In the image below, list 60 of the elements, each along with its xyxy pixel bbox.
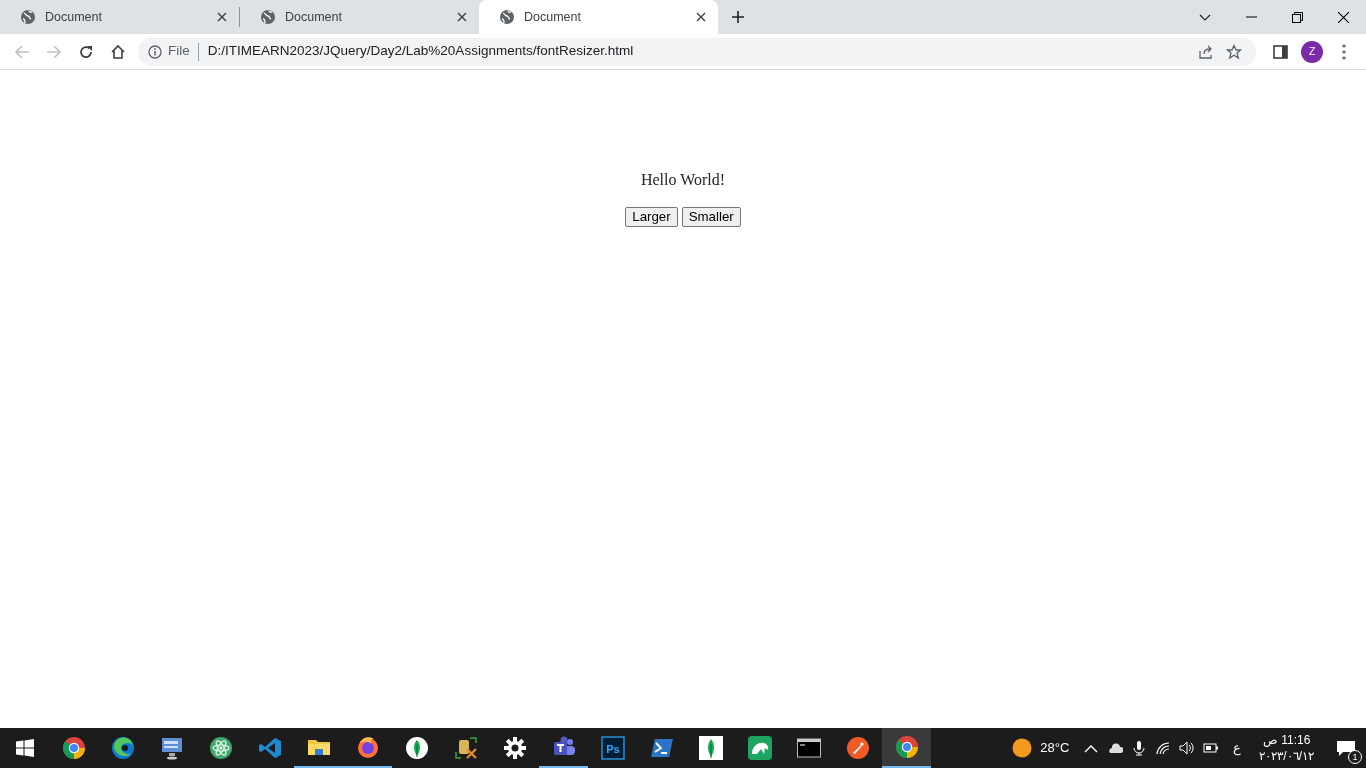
star-icon [1226, 43, 1242, 60]
profile-button[interactable]: Z [1296, 35, 1328, 68]
page-text: Hello World! [640, 170, 726, 190]
atom-icon [208, 736, 233, 760]
close-icon[interactable] [217, 12, 227, 22]
taskbar-app-button[interactable]: Ps [588, 728, 637, 768]
cloud-icon [1107, 740, 1124, 756]
windows-logo-icon [15, 739, 34, 757]
close-icon [1337, 11, 1349, 23]
close-icon[interactable] [457, 12, 467, 22]
scheme-label: File [168, 42, 190, 61]
restore-icon [1291, 11, 1303, 23]
url-text: D:/ITIMEARN2023/JQuery/Day2/Lab%20Assignments/fontResizer.html [207, 42, 635, 61]
code-editor-icon [257, 736, 282, 760]
chevron-down-icon [1199, 12, 1211, 22]
tab[interactable]: Document [240, 0, 479, 34]
notifications-button[interactable]: 1 [1326, 728, 1366, 768]
plus-icon [732, 11, 744, 23]
ps-icon: Ps [600, 736, 625, 760]
tools-icon [453, 736, 478, 760]
message-icon [1336, 739, 1356, 758]
forward-arrow-icon [46, 43, 62, 60]
browser-icon [61, 736, 86, 760]
browser-icon [894, 735, 919, 759]
smaller-button[interactable]: Smaller [681, 207, 741, 227]
wifi-icon [1155, 740, 1172, 756]
globe-icon [260, 9, 276, 25]
back-arrow-icon [14, 43, 30, 60]
globe-icon [20, 9, 36, 25]
globe-icon [499, 9, 515, 25]
language-button[interactable]: ع [1223, 728, 1252, 768]
speaker-icon [1179, 740, 1196, 756]
terminal-icon [649, 736, 674, 760]
leaf-icon [698, 736, 723, 760]
reload-icon [78, 43, 94, 60]
weather-button[interactable]: 28°C [1002, 728, 1080, 768]
taskbar-app-button[interactable] [882, 728, 931, 768]
notification-badge: 1 [1348, 749, 1362, 764]
more-vertical-icon [1342, 43, 1346, 60]
larger-button[interactable]: Larger [625, 207, 678, 227]
tab[interactable]: Document [479, 0, 718, 34]
fox-icon [355, 735, 380, 759]
console-icon [796, 736, 821, 760]
tab[interactable]: Document [0, 0, 239, 34]
side-panel-icon [1272, 43, 1288, 60]
microphone-icon [1131, 740, 1148, 756]
rocket-icon [845, 736, 870, 760]
share-icon [1198, 43, 1214, 60]
leaf-icon [404, 736, 429, 760]
wave-icon [110, 736, 135, 760]
battery-icon [1203, 740, 1220, 756]
close-icon[interactable] [696, 12, 706, 22]
sun-icon [1012, 738, 1033, 758]
gear-icon [502, 736, 527, 760]
clock-button[interactable]: 11:16 ص ٢٠٢٣/٠٦/١٢ [1259, 728, 1314, 768]
info-icon [148, 44, 162, 59]
home-icon [110, 43, 126, 60]
address-bar[interactable]: File D:/ITIMEARN2023/JQuery/Day2/Lab%20Assignments/fontResizer.html [138, 37, 1256, 66]
dolphin-icon [747, 736, 772, 760]
monitor-icon [159, 736, 184, 760]
